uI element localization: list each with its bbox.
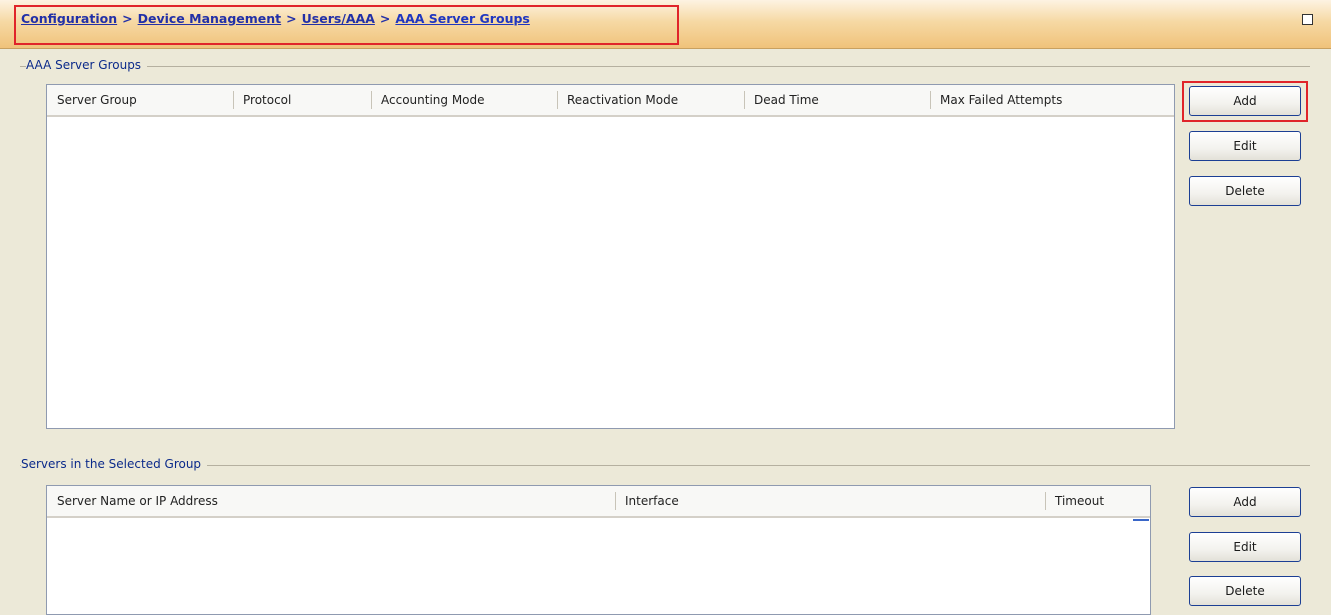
breadcrumb-separator: >: [379, 11, 391, 26]
column-header-server-name[interactable]: Server Name or IP Address: [47, 486, 615, 516]
group-divider: [20, 66, 1310, 67]
servers-group-label: Servers in the Selected Group: [21, 457, 208, 471]
group-divider: [20, 465, 1310, 466]
delete-server-group-button[interactable]: Delete: [1189, 176, 1301, 206]
breadcrumb-device-management[interactable]: Device Management: [138, 11, 282, 26]
column-header-timeout[interactable]: Timeout: [1045, 486, 1145, 516]
edit-server-group-button[interactable]: Edit: [1189, 131, 1301, 161]
add-server-button[interactable]: Add: [1189, 487, 1301, 517]
scroll-indicator: [1133, 519, 1149, 521]
add-server-group-button[interactable]: Add: [1189, 86, 1301, 116]
column-header-interface[interactable]: Interface: [615, 486, 1045, 516]
breadcrumb-separator: >: [122, 11, 133, 26]
column-header-max-failed-attempts[interactable]: Max Failed Attempts: [930, 85, 1120, 115]
title-bar: Configuration > Device Management > Users/AA…: [0, 0, 1331, 49]
server-groups-label: AAA Server Groups: [26, 58, 148, 72]
column-header-dead-time[interactable]: Dead Time: [744, 85, 930, 115]
maximize-icon[interactable]: [1302, 14, 1313, 25]
delete-server-button[interactable]: Delete: [1189, 576, 1301, 606]
servers-table[interactable]: Server Name or IP Address Interface Time…: [46, 485, 1151, 615]
breadcrumb-configuration[interactable]: Configuration: [21, 11, 117, 26]
column-header-protocol[interactable]: Protocol: [233, 85, 371, 115]
server-groups-table[interactable]: Server Group Protocol Accounting Mode Re…: [46, 84, 1175, 429]
breadcrumb-separator: >: [286, 11, 297, 26]
breadcrumb: Configuration > Device Management > Users/AA…: [21, 11, 530, 26]
column-header-server-group[interactable]: Server Group: [47, 85, 233, 115]
breadcrumb-aaa-server-groups[interactable]: AAA Server Groups: [395, 11, 529, 26]
servers-table-header: Server Name or IP Address Interface Time…: [47, 486, 1150, 518]
column-header-accounting-mode[interactable]: Accounting Mode: [371, 85, 557, 115]
breadcrumb-users-aaa[interactable]: Users/AAA: [302, 11, 375, 26]
column-header-reactivation-mode[interactable]: Reactivation Mode: [557, 85, 744, 115]
server-groups-table-header: Server Group Protocol Accounting Mode Re…: [47, 85, 1174, 117]
edit-server-button[interactable]: Edit: [1189, 532, 1301, 562]
